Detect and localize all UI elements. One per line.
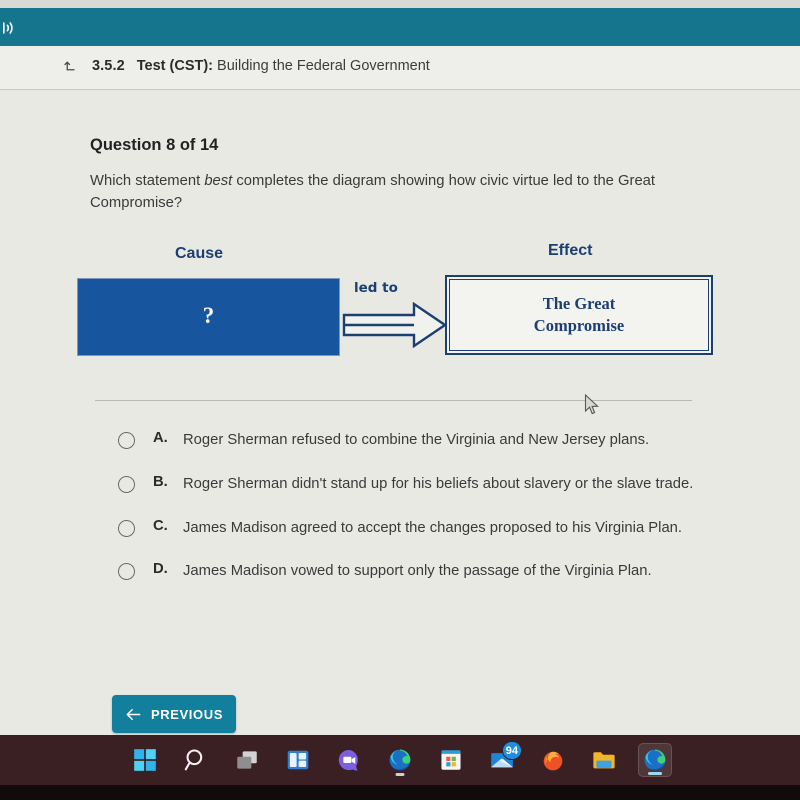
cause-box-text: ? xyxy=(202,303,215,328)
prompt-part-1: Which statement xyxy=(90,173,205,189)
question-canvas: Question 8 of 14 Which statement best co… xyxy=(0,90,800,735)
arrow-label: led to xyxy=(354,280,398,296)
radio-unselected-icon[interactable] xyxy=(118,563,135,581)
app-top-bar xyxy=(0,8,800,46)
breadcrumb-number: 3.5.2 xyxy=(92,58,125,74)
microsoft-store-icon[interactable] xyxy=(438,747,464,773)
search-icon[interactable] xyxy=(183,747,209,773)
breadcrumb-bar: 3.5.2 Test (CST): Building the Federal G… xyxy=(0,46,800,90)
choice-d-text: James Madison vowed to support only the … xyxy=(183,563,652,580)
taskbar-item-chat[interactable] xyxy=(332,743,366,777)
choice-b-letter: B. xyxy=(153,473,168,490)
taskbar-item-mail[interactable]: 94 xyxy=(485,741,522,777)
choice-b[interactable]: B. Roger Sherman didn't stand up for his… xyxy=(118,474,698,496)
prompt-emphasis: best xyxy=(204,173,233,189)
previous-button[interactable]: PREVIOUS xyxy=(112,695,236,733)
choice-c[interactable]: C. James Madison agreed to accept the ch… xyxy=(118,518,698,540)
edge-active-underline xyxy=(648,772,662,775)
arrow-group: led to xyxy=(342,280,447,348)
radio-unselected-icon[interactable] xyxy=(118,475,135,493)
choice-a-text: Roger Sherman refused to combine the Vir… xyxy=(183,432,650,448)
task-view-icon[interactable] xyxy=(234,747,260,773)
cause-label: Cause xyxy=(175,245,224,262)
firefox-icon[interactable] xyxy=(540,747,566,773)
choice-b-text: Roger Sherman didn't stand up for his be… xyxy=(183,475,694,492)
effect-box-text: The Great Compromise xyxy=(534,293,624,338)
effect-box: The Great Compromise xyxy=(445,275,713,355)
arrow-left-icon xyxy=(126,708,141,720)
block-arrow-right-icon xyxy=(342,302,447,348)
cause-effect-diagram: Cause Effect ? led to The Great Compromis… xyxy=(70,242,730,375)
taskbar-item-task-view[interactable] xyxy=(230,743,264,777)
taskbar-item-file-explorer[interactable] xyxy=(587,743,621,777)
return-up-arrow-icon[interactable] xyxy=(62,57,80,75)
previous-button-label: PREVIOUS xyxy=(151,706,223,722)
windows-start-icon[interactable] xyxy=(132,747,158,773)
screen-top-edge xyxy=(0,0,800,8)
answer-choices: A. Roger Sherman refused to combine the … xyxy=(118,430,698,605)
choice-c-text: James Madison agreed to accept the chang… xyxy=(183,519,683,536)
radio-unselected-icon[interactable] xyxy=(118,519,135,537)
choice-d-letter: D. xyxy=(153,561,168,578)
speaker-volume-icon xyxy=(3,21,13,35)
teams-chat-icon[interactable] xyxy=(336,747,362,773)
mail-badge: 94 xyxy=(501,741,522,760)
effect-box-inner: The Great Compromise xyxy=(449,279,709,351)
edge-browser-icon[interactable] xyxy=(387,747,413,773)
choice-a[interactable]: A. Roger Sherman refused to combine the … xyxy=(118,430,698,452)
effect-line-2: Compromise xyxy=(533,316,625,335)
edge-running-underline xyxy=(395,773,405,776)
taskbar-item-search[interactable] xyxy=(179,743,213,777)
cause-box: ? xyxy=(77,278,340,356)
effect-line-1: The Great xyxy=(542,293,616,313)
breadcrumb-title-bold: Test (CST): xyxy=(136,58,214,74)
taskbar-item-store[interactable] xyxy=(434,743,468,777)
divider xyxy=(95,400,692,401)
screen: 3.5.2 Test (CST): Building the Federal G… xyxy=(0,0,800,800)
choice-c-letter: C. xyxy=(153,517,168,534)
taskbar-item-start[interactable] xyxy=(128,743,162,777)
screen-bottom-edge xyxy=(0,785,800,800)
file-explorer-icon[interactable] xyxy=(591,747,617,773)
widgets-icon[interactable] xyxy=(285,747,311,773)
breadcrumb-title: Test (CST): Building the Federal Governm… xyxy=(137,58,430,74)
choice-d[interactable]: D. James Madison vowed to support only t… xyxy=(118,561,698,583)
effect-label: Effect xyxy=(548,242,593,259)
taskbar-item-widgets[interactable] xyxy=(281,743,315,777)
breadcrumb-title-rest: Building the Federal Government xyxy=(217,58,430,74)
edge-browser-icon[interactable] xyxy=(642,747,668,773)
radio-unselected-icon[interactable] xyxy=(118,432,135,449)
question-prompt: Which statement best completes the diagr… xyxy=(90,170,690,215)
taskbar-item-edge[interactable] xyxy=(383,743,417,777)
choice-a-letter: A. xyxy=(153,430,168,446)
taskbar-item-firefox[interactable] xyxy=(536,743,570,777)
page-title: Question 8 of 14 xyxy=(90,136,219,154)
taskbar-items: 94 xyxy=(0,735,800,785)
taskbar-item-edge-active[interactable] xyxy=(638,743,672,777)
windows-taskbar: 94 xyxy=(0,735,800,785)
breadcrumb[interactable]: 3.5.2 Test (CST): Building the Federal G… xyxy=(62,57,430,75)
